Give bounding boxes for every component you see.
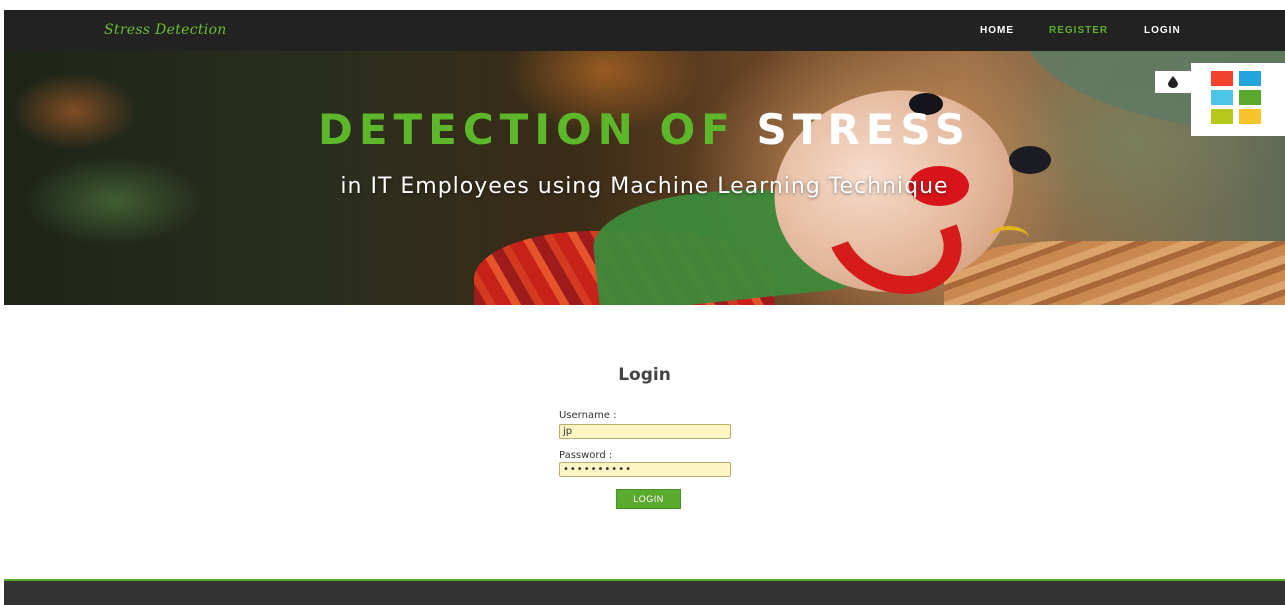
color-swatch-panel [1191, 63, 1285, 136]
hero-photo-basket [944, 241, 1285, 305]
color-swatch-lime[interactable] [1211, 109, 1233, 124]
hero-banner: DETECTION OF STRESS in IT Employees usin… [4, 51, 1285, 305]
password-label: Password : [559, 450, 613, 461]
hero-title-part-1: DETECTION OF [317, 105, 736, 154]
hero-title-part-2: STRESS [756, 105, 972, 154]
brand-logo[interactable]: Stress Detection [104, 22, 227, 38]
nav-register-link[interactable]: REGISTER [1049, 25, 1108, 36]
drop-icon[interactable] [1155, 71, 1191, 93]
page-frame: Stress Detection HOME REGISTER LOGIN DET… [4, 10, 1285, 605]
theme-switcher [1155, 63, 1285, 136]
color-swatch-green[interactable] [1239, 90, 1261, 105]
hero-title: DETECTION OF STRESS [4, 105, 1285, 154]
nav-home-link[interactable]: HOME [980, 25, 1014, 36]
drop-icon-glyph [1168, 76, 1178, 88]
hero-subtitle: in IT Employees using Machine Learning T… [340, 174, 949, 199]
password-input[interactable] [559, 462, 731, 477]
username-input[interactable] [559, 424, 731, 439]
nav-login-link[interactable]: LOGIN [1144, 25, 1181, 36]
login-button[interactable]: LOGIN [616, 489, 681, 509]
color-swatch-lightblue[interactable] [1211, 90, 1233, 105]
top-navbar: Stress Detection HOME REGISTER LOGIN [4, 10, 1285, 51]
color-swatch-blue[interactable] [1239, 71, 1261, 86]
hero-photo-cheek [989, 226, 1029, 250]
login-heading: Login [618, 365, 671, 385]
username-label: Username : [559, 410, 617, 421]
color-swatch-red[interactable] [1211, 71, 1233, 86]
page-footer [4, 579, 1285, 605]
color-swatch-yellow[interactable] [1239, 109, 1261, 124]
